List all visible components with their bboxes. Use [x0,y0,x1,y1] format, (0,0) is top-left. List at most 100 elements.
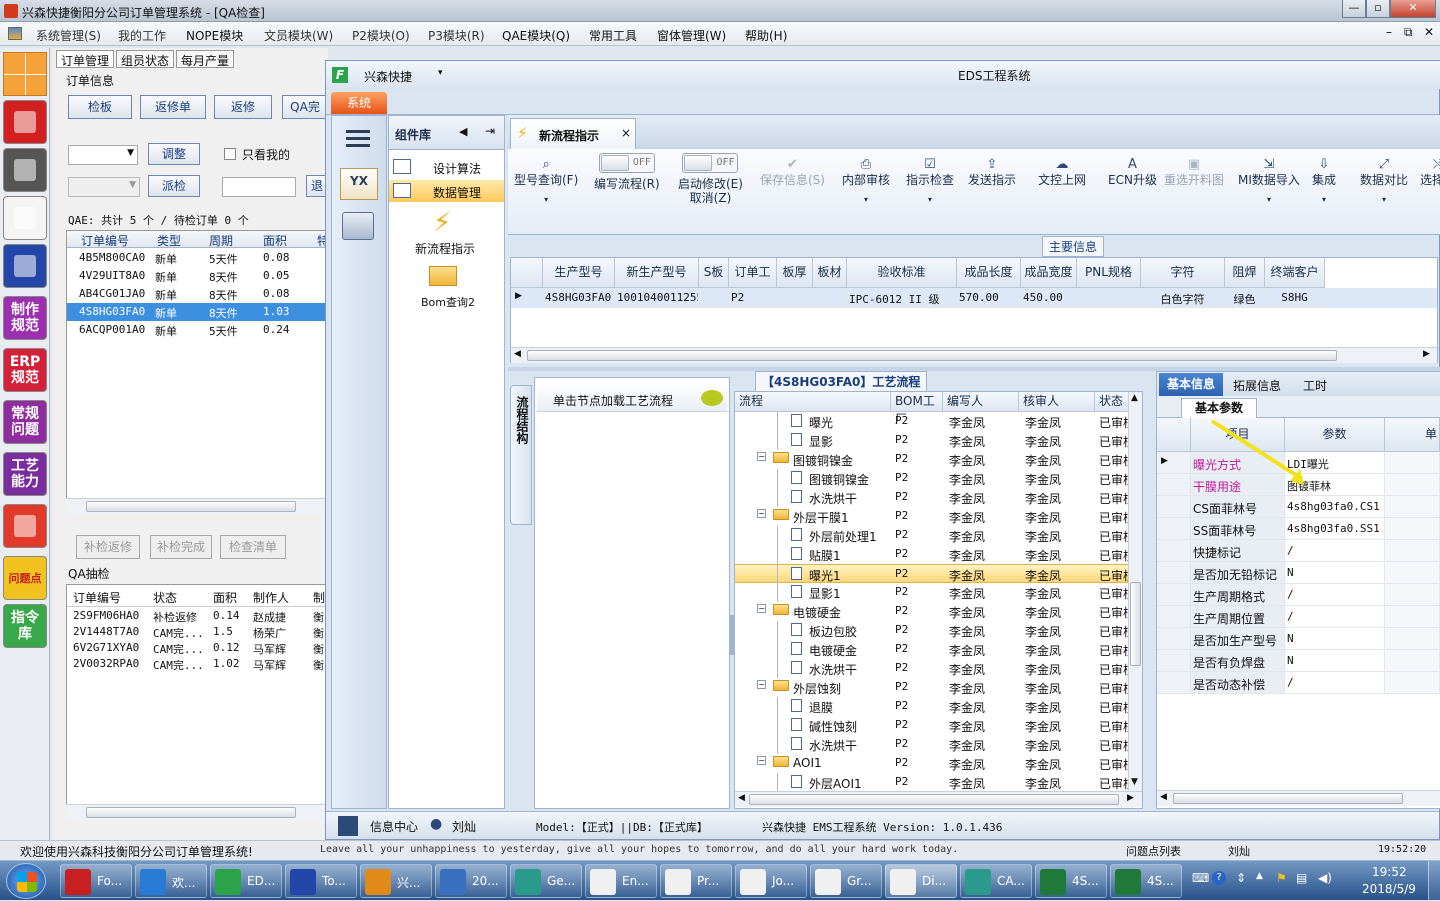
recheck-repair-button[interactable]: 补检返修 [76,535,140,559]
ribbon-button-5[interactable]: ☑ 指示检查 ▾ [906,157,954,204]
doc-tab-new-flow[interactable]: ⚡ 新流程指示 × [510,118,636,150]
dropdown-arrow-icon[interactable]: ▾ [1238,195,1300,204]
info-center-link[interactable]: 信息中心 [370,818,418,835]
table-row[interactable]: 4V29UIT8A0 新单 8天件 0.05 [67,267,327,285]
table-row[interactable]: AB4CG01JA0 新单 8天件 0.08 [67,285,327,303]
scroll-right-icon[interactable]: ▶ [1423,349,1430,359]
tool-new-flow[interactable]: ⚡ 新流程指示 [389,206,504,256]
taskbar-item[interactable]: 欢... [135,864,207,898]
table-row[interactable]: 生产周期位置 / [1157,606,1440,628]
tree-node[interactable]: 贴膜1 P2 李金凤 李金凤 已审核 [735,545,1130,564]
tree-node[interactable]: 水洗烘干 P2 李金凤 李金凤 已审核 [735,659,1130,678]
tree-node[interactable]: − 外层干膜1 P2 李金凤 李金凤 已审核 [735,507,1130,526]
col-header[interactable]: 编写人 [943,392,1019,412]
col-header[interactable]: 生产型号 [543,258,615,288]
dispatch-button[interactable]: 派检 [148,175,200,197]
scroll-left-icon[interactable]: ◀ [514,349,521,359]
pin-panel-icon[interactable]: ⇥ [485,124,495,138]
col-type[interactable]: 类型 [157,232,181,249]
param-hscroll[interactable]: ◀ [1157,790,1440,806]
param-value[interactable]: N [1285,562,1385,584]
menu-p3[interactable]: P3模块(R) [428,27,485,44]
filter-select[interactable]: ▼ [68,145,138,165]
param-value[interactable]: 4s8hg03fa0.CS1 [1285,496,1385,518]
col-sample-maker[interactable]: 制作人 [253,589,289,606]
keyboard-icon[interactable]: ⌨ [1192,871,1209,885]
menu-my-work[interactable]: 我的工作 [118,27,166,44]
col-area[interactable]: 面积 [263,232,287,249]
clock-date[interactable]: 2018/5/9 [1362,882,1416,896]
dropdown-arrow-icon[interactable]: ▾ [1312,195,1336,204]
col-header[interactable]: 板厚 [777,258,813,288]
ribbon-button-11[interactable]: ⇩ 集成 ▾ [1312,157,1336,204]
col-header[interactable]: 板材 [813,258,847,288]
menu-p2[interactable]: P2模块(O) [352,27,410,44]
dropdown-arrow-icon[interactable]: ▾ [906,195,954,204]
tab-extended-info[interactable]: 拓展信息 [1233,377,1281,394]
main-info-hscroll[interactable]: ◀ ▶ [511,347,1437,363]
table-row[interactable]: 是否动态补偿 / [1157,672,1440,694]
launcher-floppy[interactable] [3,244,47,288]
ribbon-button-3[interactable]: ✔ 保存信息(S) [760,157,825,187]
scroll-left-icon[interactable]: ◀ [738,793,745,803]
col-header[interactable]: 字符 [1141,258,1225,288]
table-row[interactable]: 快捷标记 / [1157,540,1440,562]
mdi-minimize-button[interactable]: – [1386,25,1392,39]
network-icon[interactable]: ▤ [1296,871,1307,885]
col-header[interactable]: 流程 [735,392,891,412]
taskbar-item[interactable]: Di... [885,864,957,898]
dropdown-arrow-icon[interactable]: ▾ [1360,195,1408,204]
col-header[interactable]: 核审人 [1019,392,1095,412]
flag-icon[interactable]: ⚑ [1276,871,1287,885]
tree-node[interactable]: 图镀铜镍金 P2 李金凤 李金凤 已审核 [735,469,1130,488]
doc-tab-close-icon[interactable]: × [621,126,631,140]
inspect-button[interactable]: 检板 [68,95,132,119]
tree-node[interactable]: 曝光1 P2 李金凤 李金凤 已审核 [735,564,1130,584]
help-icon[interactable]: ? [1212,871,1226,885]
dispatch-select[interactable]: ▼ [68,177,140,197]
collapse-icon[interactable]: − [757,604,766,613]
param-value[interactable]: N [1285,650,1385,672]
table-row[interactable]: 是否有负焊盘 N [1157,650,1440,672]
mdi-restore-button[interactable]: ⧉ [1404,25,1413,40]
calculator-icon[interactable] [342,212,374,240]
taskbar-item[interactable]: Jo... [735,864,807,898]
maximize-button[interactable]: ▫ [1366,0,1390,18]
only-mine-checkbox[interactable] [224,148,236,160]
table-row[interactable]: ▶ 4S8HG03FA010010400112555 P2 IPC-6012 II 级… [511,288,1437,308]
dispatch-input[interactable] [222,177,296,197]
dropdown-arrow-icon[interactable]: ▾ [842,195,890,204]
col-header[interactable]: 单 [1385,418,1440,452]
table-row[interactable]: 2V0032RPA0 CAM完... 1.02 马军辉 衡 [67,655,327,673]
taskbar-item[interactable]: 4S... [1035,864,1107,898]
col-header[interactable]: PNL规格 [1077,258,1141,288]
param-value[interactable]: / [1285,672,1385,694]
table-row[interactable]: 生产周期格式 / [1157,584,1440,606]
col-sample-factory[interactable]: 制 [313,589,325,606]
table-row[interactable]: CS面菲林号 4s8hg03fa0.CS1 [1157,496,1440,518]
ribbon-button-0[interactable]: ⌕ 型号查询(F) ▾ [514,157,578,204]
checklist-button[interactable]: 检查清单 [220,535,286,559]
hamburger-menu-icon[interactable] [346,130,370,133]
order-grid-hscroll[interactable] [66,498,328,514]
order-grid[interactable]: 订单编号 类型 周期 面积 特 4B5M800CA0 新单 5天件 0.08 4V29U… [66,230,329,514]
launcher-process-capability[interactable]: 工艺 能力 [3,452,47,496]
taskbar-item[interactable]: 20... [435,864,507,898]
col-sample-order-no[interactable]: 订单编号 [73,589,121,606]
col-period[interactable]: 周期 [209,232,233,249]
table-row[interactable]: 4B5M800CA0 新单 5天件 0.08 [67,249,327,267]
volume-icon[interactable]: ◀) [1318,871,1332,885]
tree-node[interactable]: 退膜 P2 李金凤 李金凤 已审核 [735,697,1130,716]
clock-time[interactable]: 19:52 [1372,865,1407,879]
tree-node[interactable]: 电镀硬金 P2 李金凤 李金凤 已审核 [735,640,1130,659]
ribbon-button-12[interactable]: ⤢ 数据对比 ▾ [1360,157,1408,204]
ribbon-button-8[interactable]: A ECN升级 [1108,157,1157,187]
tab-order-management[interactable]: 订单管理 [56,50,115,68]
scroll-up-icon[interactable]: ▲ [1131,393,1138,403]
dropdown-arrow-icon[interactable]: ▾ [514,195,578,204]
collapse-left-icon[interactable]: ◀ [459,125,467,138]
param-value[interactable]: / [1285,606,1385,628]
col-header[interactable]: 新生产型号 [615,258,699,288]
col-header[interactable]: 订单工厂 [729,258,777,307]
ribbon-button-1[interactable]: OFF 编写流程(R) [594,153,660,191]
